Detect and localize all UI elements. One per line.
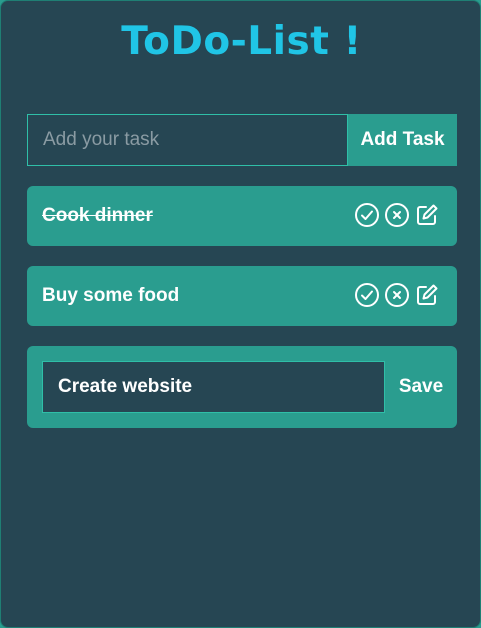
todo-item: Buy some food <box>27 266 457 326</box>
pencil-square-icon[interactable] <box>414 282 440 308</box>
todo-item: Cook dinner <box>27 186 457 246</box>
add-task-button[interactable]: Add Task <box>348 114 457 166</box>
todo-item-actions <box>350 202 440 228</box>
app-title: ToDo-List ! <box>121 19 362 64</box>
save-button[interactable]: Save <box>393 361 449 413</box>
check-circle-icon[interactable] <box>354 282 380 308</box>
x-circle-icon[interactable] <box>384 282 410 308</box>
add-task-form: Add Task <box>27 114 457 166</box>
todo-item-text[interactable]: Buy some food <box>42 266 179 326</box>
edit-task-form: Save <box>27 346 457 428</box>
edit-task-input[interactable] <box>42 361 385 413</box>
x-circle-icon[interactable] <box>384 202 410 228</box>
pencil-square-icon[interactable] <box>414 202 440 228</box>
task-input[interactable] <box>27 114 348 166</box>
todo-item-text[interactable]: Cook dinner <box>42 186 153 246</box>
todo-app: ToDo-List ! Add Task Cook dinner <box>0 0 481 628</box>
todo-item-actions <box>350 282 440 308</box>
check-circle-icon[interactable] <box>354 202 380 228</box>
